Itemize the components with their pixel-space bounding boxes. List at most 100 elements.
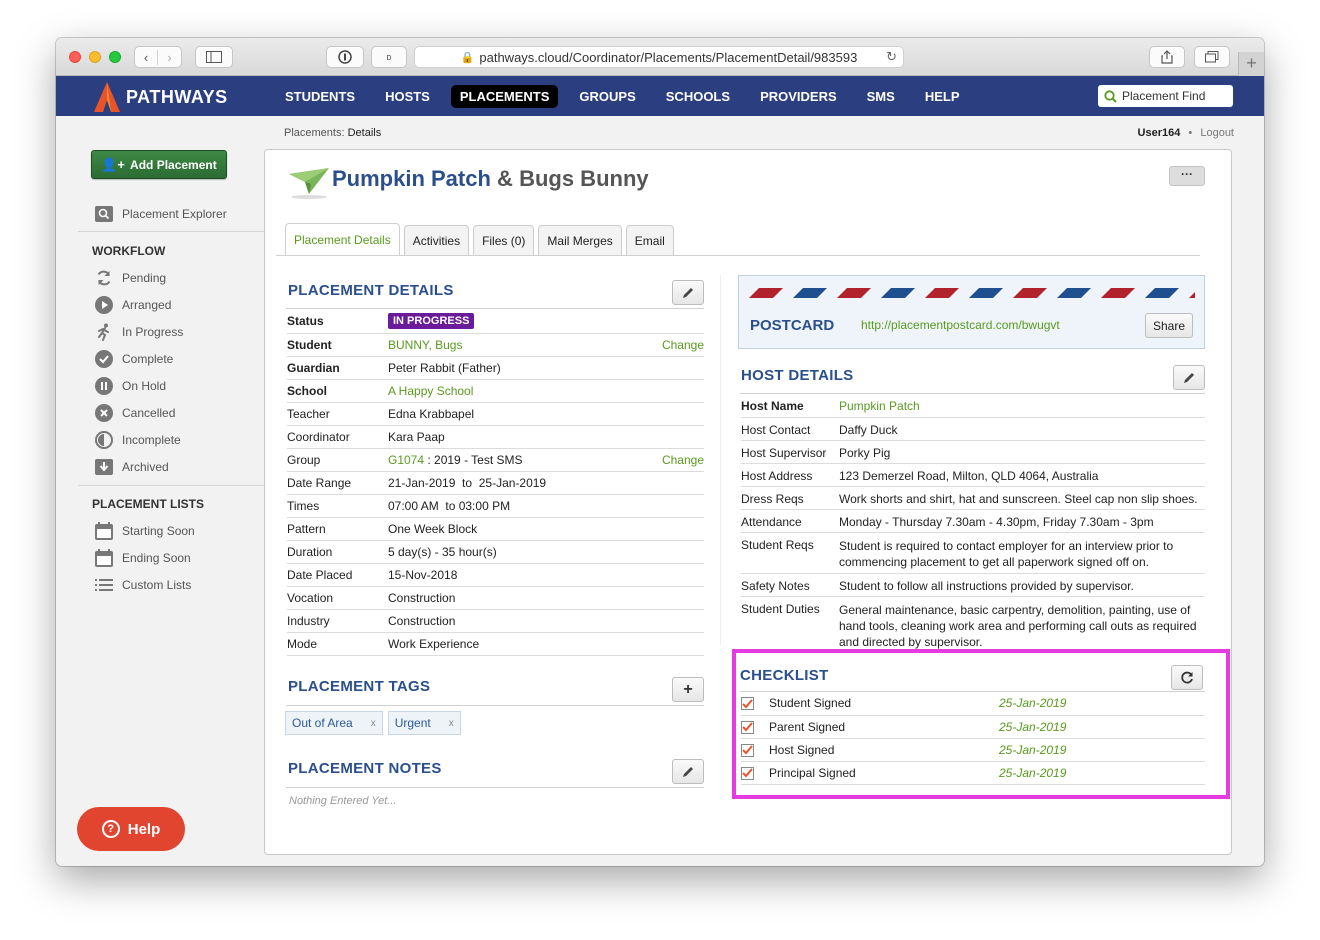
- sidebar-item-on-hold[interactable]: On Hold: [94, 376, 166, 396]
- sidebar-item-starting-soon[interactable]: Starting Soon: [94, 521, 195, 541]
- checkbox[interactable]: [741, 743, 754, 757]
- sidebar-item-placement-explorer[interactable]: Placement Explorer: [94, 204, 227, 224]
- breadcrumb-separator: :: [341, 127, 345, 139]
- nav-help[interactable]: HELP: [916, 85, 969, 108]
- close-window-button[interactable]: [69, 51, 81, 63]
- tab-placement-details[interactable]: Placement Details: [285, 223, 400, 256]
- half-circle-icon: [94, 430, 114, 450]
- edit-host-button[interactable]: [1173, 365, 1205, 390]
- remove-tag-icon[interactable]: x: [371, 718, 376, 729]
- nav-groups[interactable]: GROUPS: [570, 85, 644, 108]
- sidebar-toggle-button[interactable]: [195, 46, 233, 68]
- back-forward-buttons[interactable]: ‹ ›: [134, 46, 182, 68]
- field-label: Times: [287, 494, 388, 518]
- tag-label: Urgent: [394, 716, 431, 730]
- placement-card: Pumpkin Patch & Bugs Bunny ··· Placement…: [264, 149, 1232, 855]
- add-tag-button[interactable]: +: [672, 677, 704, 702]
- postcard-url-link[interactable]: http://placementpostcard.com/bwugvt: [861, 318, 1060, 332]
- check-icon: [742, 699, 753, 709]
- sidebar-item-custom-lists[interactable]: Custom Lists: [94, 575, 191, 595]
- running-person-icon: [94, 322, 114, 342]
- postcard-label: POSTCARD: [750, 317, 835, 334]
- divider: [286, 705, 704, 706]
- extension-button[interactable]: ᴅ: [371, 46, 407, 68]
- share-button[interactable]: Share: [1145, 313, 1193, 338]
- sidebar-item-pending[interactable]: Pending: [94, 268, 166, 288]
- add-placement-button[interactable]: 👤+ Add Placement: [91, 150, 227, 179]
- new-tab-button[interactable]: +: [1238, 52, 1264, 76]
- field-label: Date Placed: [287, 563, 388, 587]
- app-name: PATHWAYS: [126, 86, 228, 107]
- group-name: : 2019 - Test SMS: [424, 452, 523, 467]
- tab-email[interactable]: Email: [625, 225, 674, 256]
- tag-chip[interactable]: Out of Area x: [285, 711, 383, 735]
- forward-icon[interactable]: ›: [158, 50, 181, 65]
- school-link[interactable]: A Happy School: [388, 379, 624, 403]
- table-row: Host Supervisor Porky Pig: [741, 440, 1205, 464]
- edit-notes-button[interactable]: [672, 759, 704, 784]
- pause-circle-icon: [94, 376, 114, 396]
- sidebar-item-label: Custom Lists: [122, 578, 192, 592]
- field-value: IN PROGRESS: [388, 310, 624, 334]
- more-options-button[interactable]: ···: [1169, 166, 1205, 186]
- tab-files[interactable]: Files (0): [473, 225, 535, 256]
- field-value: Construction: [388, 586, 624, 610]
- group-link[interactable]: G1074: [388, 453, 424, 467]
- search-icon: [94, 204, 114, 224]
- tab-divider: [276, 255, 1200, 256]
- table-row: Host Name Pumpkin Patch: [741, 394, 1205, 418]
- field-label: Host Contact: [741, 417, 839, 441]
- share-page-button[interactable]: [1149, 46, 1185, 68]
- nav-hosts[interactable]: HOSTS: [376, 85, 439, 108]
- nav-schools[interactable]: SCHOOLS: [657, 85, 739, 108]
- sidebar-item-archived[interactable]: Archived: [94, 457, 169, 477]
- tab-mail-merges[interactable]: Mail Merges: [538, 225, 622, 256]
- checklist-row: Student Signed 25-Jan-2019: [741, 692, 1205, 716]
- tag-chip[interactable]: Urgent x: [387, 711, 461, 735]
- add-user-icon: 👤+: [101, 156, 126, 172]
- password-manager-button[interactable]: [326, 46, 364, 68]
- back-icon[interactable]: ‹: [135, 49, 159, 65]
- refresh-checklist-button[interactable]: [1171, 665, 1203, 690]
- minimize-window-button[interactable]: [89, 51, 101, 63]
- checkbox[interactable]: [741, 766, 754, 780]
- tabs-overview-button[interactable]: [1194, 46, 1230, 68]
- sidebar-item-ending-soon[interactable]: Ending Soon: [94, 548, 191, 568]
- reload-icon[interactable]: ↻: [886, 49, 897, 65]
- logout-link[interactable]: Logout: [1200, 127, 1234, 139]
- table-row: Mode Work Experience: [287, 632, 704, 656]
- breadcrumb-parent[interactable]: Placements: [284, 127, 341, 139]
- field-label: Student Duties: [741, 596, 839, 650]
- address-bar[interactable]: 🔒 pathways.cloud/Coordinator/Placements/…: [414, 46, 904, 68]
- title-host[interactable]: Pumpkin Patch: [332, 166, 491, 191]
- username[interactable]: User164: [1138, 127, 1181, 139]
- field-value: Edna Krabbapel: [388, 402, 624, 426]
- title-student[interactable]: Bugs Bunny: [519, 166, 649, 191]
- sidebar-item-cancelled[interactable]: Cancelled: [94, 403, 175, 423]
- sidebar-item-arranged[interactable]: Arranged: [94, 295, 171, 315]
- placement-find-input[interactable]: Placement Find: [1098, 85, 1233, 107]
- nav-students[interactable]: STUDENTS: [276, 85, 364, 108]
- breadcrumb: Placements: Details: [284, 127, 381, 139]
- change-group-link[interactable]: Change: [624, 448, 704, 472]
- student-link[interactable]: BUNNY, Bugs: [388, 333, 624, 357]
- tab-activities[interactable]: Activities: [403, 225, 470, 256]
- help-button[interactable]: ? Help: [77, 807, 185, 851]
- nav-sms[interactable]: SMS: [858, 85, 904, 108]
- change-student-link[interactable]: Change: [624, 333, 704, 357]
- checkbox[interactable]: [741, 720, 754, 734]
- app-logo[interactable]: PATHWAYS: [94, 82, 228, 112]
- separator-dot: •: [1188, 127, 1193, 139]
- edit-placement-button[interactable]: [672, 280, 704, 305]
- remove-tag-icon[interactable]: x: [449, 718, 454, 729]
- nav-placements[interactable]: PLACEMENTS: [450, 84, 559, 108]
- host-name-link[interactable]: Pumpkin Patch: [839, 394, 1205, 418]
- nav-providers[interactable]: PROVIDERS: [751, 85, 846, 108]
- checkbox[interactable]: [741, 697, 754, 711]
- sidebar-item-in-progress[interactable]: In Progress: [94, 322, 183, 342]
- sidebar-item-incomplete[interactable]: Incomplete: [94, 430, 181, 450]
- main-nav: STUDENTS HOSTS PLACEMENTS GROUPS SCHOOLS…: [276, 76, 980, 116]
- breadcrumb-current: Details: [347, 127, 382, 139]
- zoom-window-button[interactable]: [109, 51, 121, 63]
- sidebar-item-complete[interactable]: Complete: [94, 349, 173, 369]
